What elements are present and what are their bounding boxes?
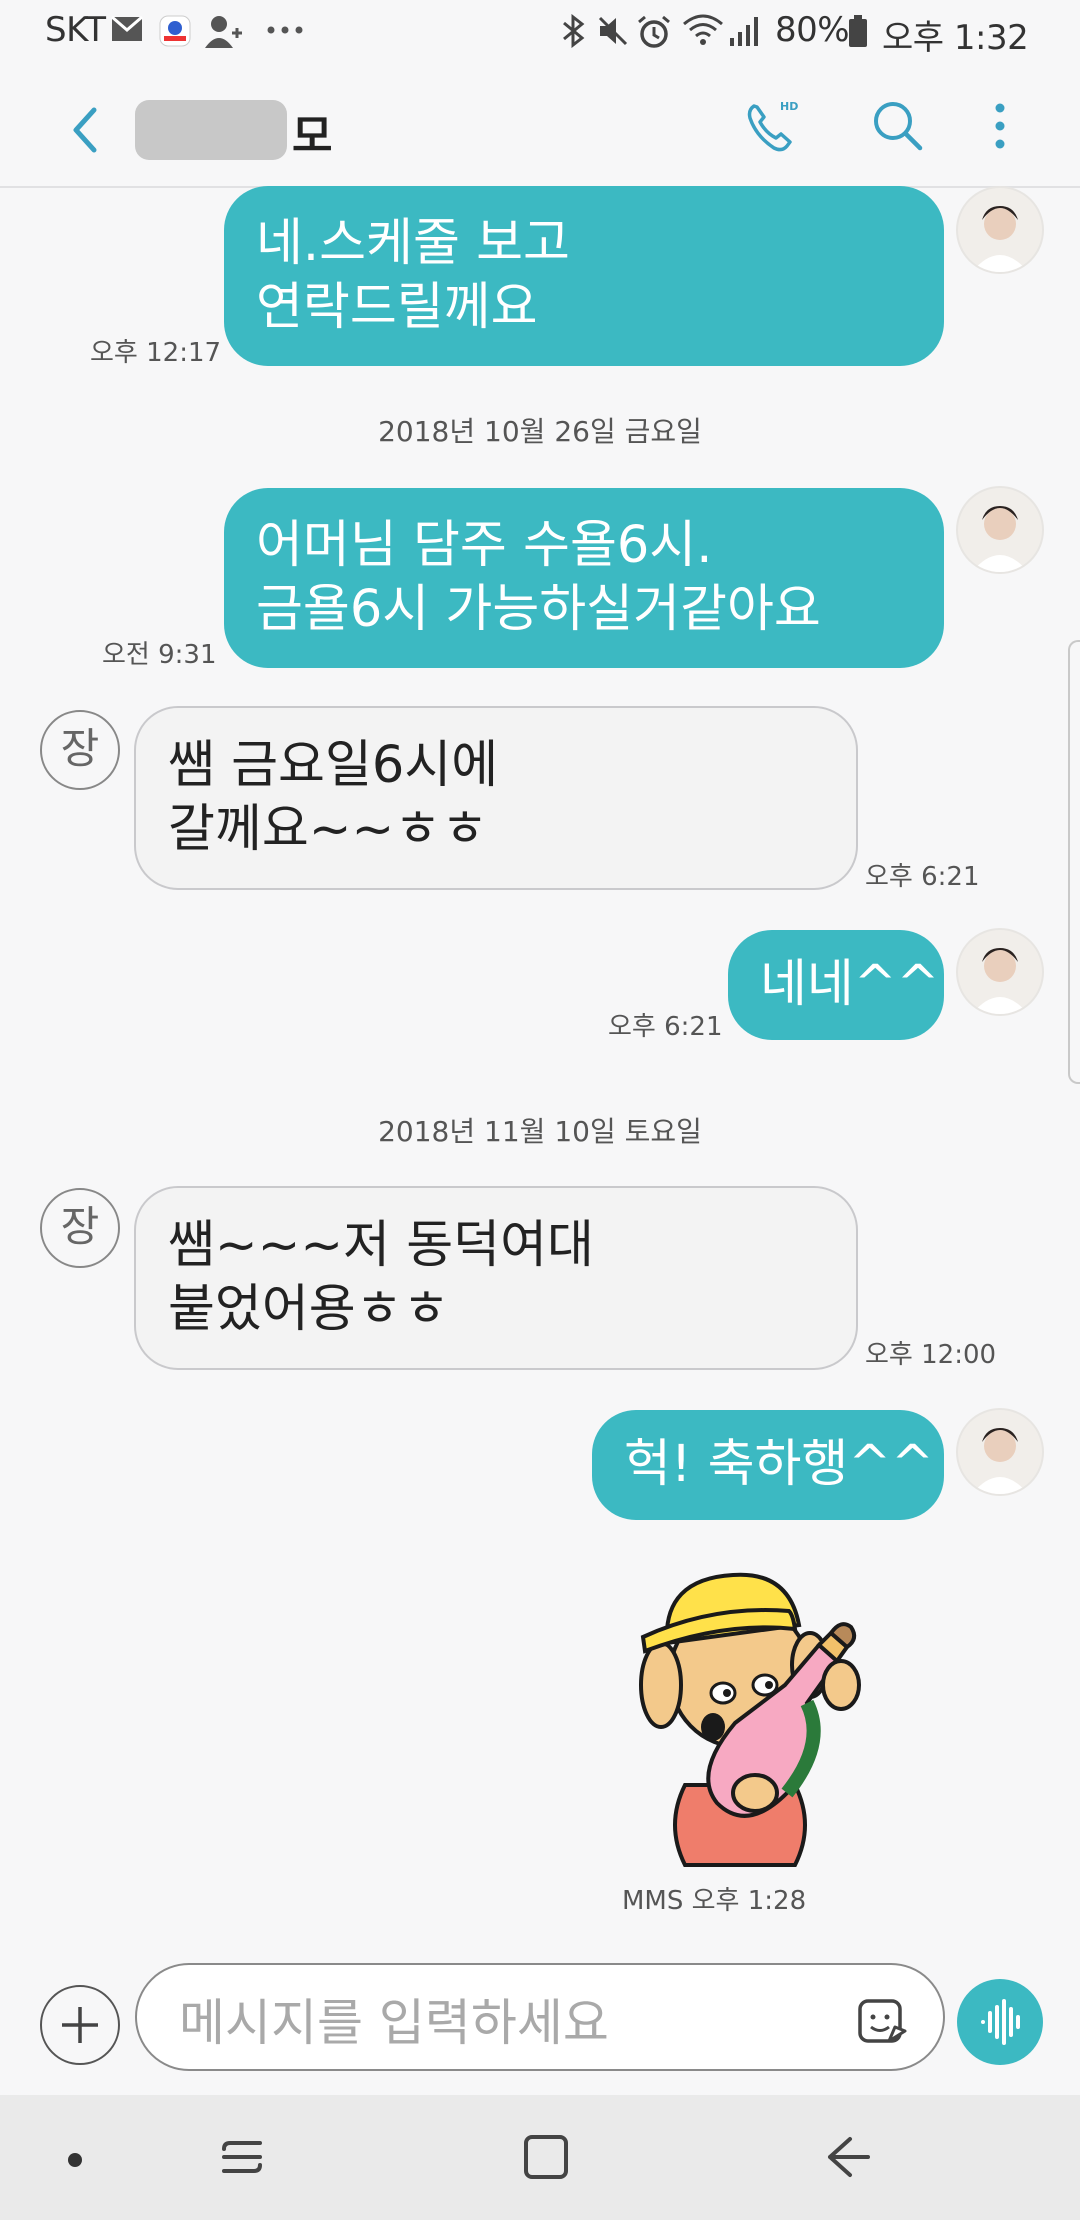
message-line: 연락드릴께요 [256,278,538,337]
my-avatar [956,186,1044,274]
celebration-sticker-image[interactable] [605,1535,945,1875]
more-notifications-icon [267,26,303,34]
svg-text:HD: HD [780,100,798,113]
plus-icon [62,2007,98,2043]
attach-button[interactable] [40,1985,120,2065]
outgoing-message-bubble[interactable]: 네네^^ [728,930,944,1040]
outgoing-message-bubble[interactable]: 네.스케줄 보고 연락드릴께요 [224,186,944,366]
navbar-dot-icon[interactable] [60,2145,90,2175]
voice-input-button[interactable] [957,1979,1043,2065]
message-line: 쌤 금요일6시에 [168,736,499,795]
battery-icon [849,15,867,47]
conversation-header: 모 HD [0,64,1080,188]
recent-apps-icon[interactable] [216,2131,268,2183]
back-arrow-icon[interactable] [60,100,110,160]
status-bar: SKT 80% 오후 1:32 [0,0,1080,64]
nav-back-icon[interactable] [820,2131,876,2183]
date-separator: 2018년 11월 10일 토요일 [378,1115,702,1148]
message-line: 붙었어용ㅎㅎ [168,1280,450,1339]
outgoing-message-bubble[interactable]: 헉! 축하행^^ [592,1410,944,1520]
clock: 오후 1:32 [882,18,1029,58]
message-timestamp: MMS 오후 1:28 [622,1886,807,1916]
my-avatar [956,928,1044,1016]
message-line: 어머님 담주 수욜6시. [256,516,713,575]
search-icon[interactable] [868,96,928,156]
contact-name-redacted [135,100,287,160]
my-avatar [956,1408,1044,1496]
message-line: 네.스케줄 보고 [256,214,570,273]
sticker-icon[interactable] [857,1995,909,2047]
carrier-label: SKT [45,10,106,50]
my-avatar [956,486,1044,574]
add-contact-notification-icon [205,16,242,48]
message-line: 갈께요~~ㅎㅎ [168,800,489,859]
message-timestamp: 오후 6:21 [608,1012,723,1042]
incoming-message-bubble[interactable]: 쌤 금요일6시에 갈께요~~ㅎㅎ [134,706,858,890]
home-icon[interactable] [518,2129,574,2185]
message-timestamp: 오후 12:00 [865,1340,997,1370]
scrollbar[interactable] [1068,640,1080,1084]
voice-icon [981,1999,1020,2045]
message-line: 금욜6시 가능하실거같아요 [256,580,821,639]
outgoing-message-bubble[interactable]: 어머님 담주 수욜6시. 금욜6시 가능하실거같아요 [224,488,944,668]
contact-avatar[interactable]: 장 [40,1188,120,1268]
message-timestamp: 오전 9:31 [102,640,217,670]
message-line: 쌤~~~저 동덕여대 [168,1216,594,1275]
message-line: 헉! 축하행^^ [624,1435,934,1494]
mail-notification-icon [111,15,143,41]
message-timestamp: 오후 6:21 [865,862,980,892]
battery-percent: 80% [775,10,850,50]
message-timestamp: 오후 12:17 [90,338,222,368]
system-navigation-bar [0,2095,1080,2220]
signal-icon [730,17,758,46]
date-separator: 2018년 10월 26일 금요일 [378,415,702,448]
contact-avatar[interactable]: 장 [40,710,120,790]
more-vert-icon[interactable] [980,96,1020,156]
message-input[interactable]: 메시지를 입력하세요 [135,1963,945,2071]
bluetooth-icon [563,14,585,48]
hd-call-icon[interactable]: HD [742,96,802,156]
message-input-placeholder: 메시지를 입력하세요 [179,1994,609,2052]
mute-icon [598,16,628,46]
app-notification-icon [159,15,191,47]
wifi-icon [683,14,723,45]
message-line: 네네^^ [760,955,940,1014]
composer-bar: 메시지를 입력하세요 [0,1945,1080,2095]
contact-name[interactable]: 모 [292,100,332,164]
incoming-message-bubble[interactable]: 쌤~~~저 동덕여대 붙었어용ㅎㅎ [134,1186,858,1370]
alarm-icon [638,15,670,48]
